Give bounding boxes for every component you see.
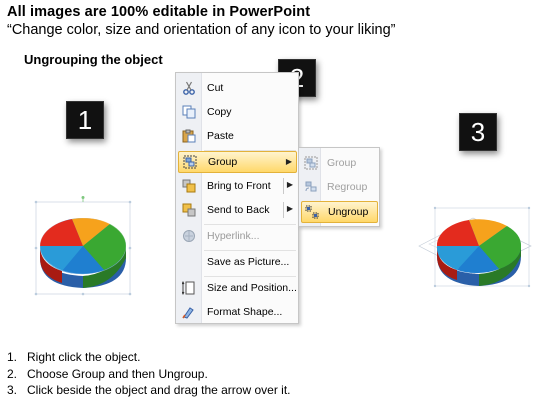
menu-item-paste[interactable]: Paste	[178, 125, 297, 147]
submenu-arrow-icon[interactable]: ▶	[287, 180, 293, 189]
group-icon	[301, 152, 321, 174]
menu-item-label: Hyperlink...	[207, 230, 260, 242]
submenu-arrow-icon[interactable]: ▶	[287, 204, 293, 213]
menu-item-label: Copy	[207, 106, 232, 118]
menu-item-label: Size and Position...	[207, 282, 297, 294]
menu-item-bring-to-front[interactable]: Bring to Front ▶	[178, 175, 297, 197]
group-submenu: Group Regroup Ungroup	[298, 147, 380, 227]
menu-item-save-as-picture[interactable]: Save as Picture...	[178, 251, 297, 273]
empty-icon-slot	[178, 251, 200, 273]
submenu-item-label: Ungroup	[328, 206, 369, 218]
menu-item-size-and-position[interactable]: Size and Position...	[178, 277, 297, 299]
menu-item-label: Cut	[207, 82, 224, 94]
submenu-arrow-icon: ▶	[285, 157, 292, 166]
menu-item-cut[interactable]: Cut	[178, 77, 297, 99]
header-title: All images are 100% editable in PowerPoi…	[7, 4, 311, 20]
format-shape-icon	[178, 301, 200, 323]
instruction-step-3: 3. Click beside the object and drag the …	[7, 383, 291, 397]
instruction-text: Click beside the object and drag the arr…	[27, 383, 291, 397]
menu-item-format-shape[interactable]: Format Shape...	[178, 301, 297, 323]
hyperlink-icon	[178, 225, 200, 247]
section-title: Ungrouping the object	[24, 52, 163, 67]
step-badge-1: 1	[66, 101, 104, 139]
instruction-text: Choose Group and then Ungroup.	[27, 366, 208, 381]
copy-icon	[178, 101, 200, 123]
split-divider	[283, 202, 284, 218]
instruction-text: Right click the object.	[27, 350, 141, 364]
regroup-icon	[301, 176, 321, 198]
menu-item-label: Send to Back	[207, 204, 270, 216]
submenu-item-regroup[interactable]: Regroup	[301, 176, 378, 198]
step-badge-3: 3	[459, 113, 497, 151]
instruction-list: 1. Right click the object. 2. Choose Gro…	[7, 349, 291, 399]
menu-item-send-to-back[interactable]: Send to Back ▶	[178, 199, 297, 221]
bring-to-front-icon	[178, 175, 200, 197]
ungroup-icon	[302, 201, 322, 223]
submenu-item-ungroup[interactable]: Ungroup	[301, 201, 378, 223]
size-position-icon	[178, 277, 200, 299]
grouped-pie-object[interactable]	[32, 196, 134, 300]
instruction-step-2: 2. Choose Group and then Ungroup.	[7, 366, 208, 381]
submenu-item-label: Regroup	[327, 181, 368, 193]
split-divider	[283, 178, 284, 194]
submenu-item-label: Group	[327, 157, 357, 169]
menu-item-copy[interactable]: Copy	[178, 101, 297, 123]
ungrouped-pie-object[interactable]	[415, 200, 535, 290]
menu-item-label: Format Shape...	[207, 306, 283, 318]
menu-item-group[interactable]: Group ▶	[178, 151, 297, 173]
menu-item-label: Bring to Front	[207, 180, 271, 192]
menu-item-hyperlink[interactable]: Hyperlink...	[178, 225, 297, 247]
send-to-back-icon	[178, 199, 200, 221]
group-icon	[179, 151, 201, 173]
menu-item-label: Group	[208, 156, 238, 168]
paste-icon	[178, 125, 200, 147]
submenu-item-group[interactable]: Group	[301, 152, 378, 174]
context-menu: Cut Copy Paste Group ▶ Bring to Front ▶ …	[175, 72, 299, 324]
scissors-icon	[178, 77, 200, 99]
menu-item-label: Save as Picture...	[207, 256, 290, 268]
instruction-step-1: 1. Right click the object.	[7, 350, 141, 364]
header-subtitle: “Change color, size and orientation of a…	[7, 22, 396, 38]
menu-item-label: Paste	[207, 130, 234, 142]
